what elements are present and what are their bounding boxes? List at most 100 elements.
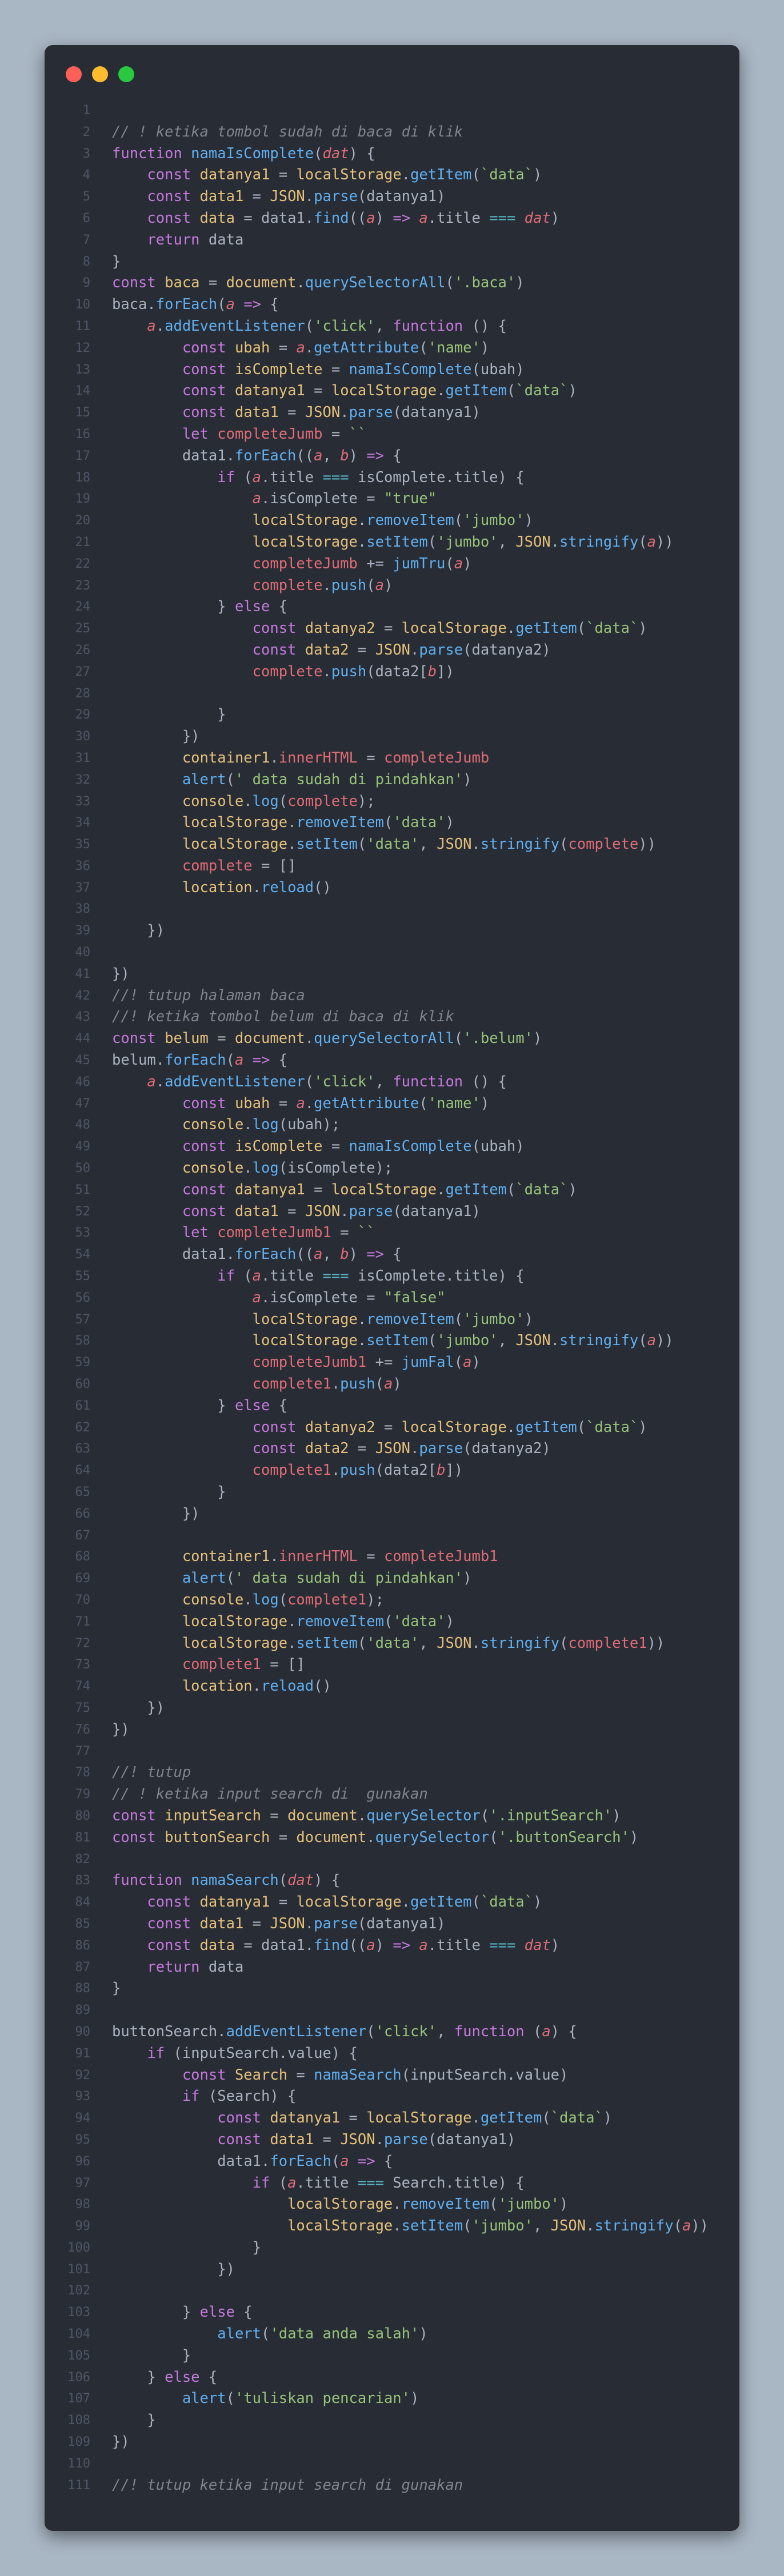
code-token: = [199,274,226,292]
code-token: . [305,188,314,206]
code-token: = [322,425,349,443]
code-token: parse [349,1202,393,1220]
code-token: . [340,1202,349,1220]
code-token: ) [568,382,577,400]
code-line: 55 if (a.title === isComplete.title) { [45,1266,739,1287]
code-token: complete1 [287,1591,367,1608]
line-number: 60 [75,1377,91,1392]
code-token: console [182,792,244,810]
code-token: stringify [480,1634,560,1652]
code-token: belum. [112,1052,165,1069]
code-line: 5 const data1 = JSON.parse(datanya1) [45,186,739,208]
code-token: . [340,404,349,422]
code-editor[interactable]: 1 2// ! ketika tombol sudah di baca di kl… [45,100,739,2496]
line-number: 10 [75,298,91,312]
code-line: 48 console.log(ubah); [45,1114,739,1136]
code-text: const baca = document.querySelectorAll('… [112,272,525,294]
code-token: ) [445,814,454,832]
code-line: 59 completeJumb1 += jumFal(a) [45,1352,739,1374]
code-text: data1.forEach((a, b) => { [112,446,402,467]
code-token: = [305,382,331,400]
code-token: innerHTML [278,749,358,767]
code-token: namaSearch [314,2066,402,2084]
code-token: (( [349,1936,367,1954]
code-text: } [112,2237,261,2259]
code-token: innerHTML [278,1548,358,1566]
code-token: else [199,2304,244,2321]
code-token: JSON [375,1440,411,1458]
code-token: = [349,641,375,659]
code-token: (data2[ [375,1462,437,1479]
code-token: completeJumb1 [252,1354,367,1371]
line-number: 20 [75,513,91,528]
code-token: JSON [375,641,411,659]
code-text: }) [112,2431,130,2453]
close-window-button[interactable] [66,66,82,82]
code-text: completeJumb1 += jumFal(a) [112,1352,481,1374]
code-token: (Search) { [208,2088,297,2105]
code-text: alert(' data sudah di pindahkan') [112,1568,472,1590]
code-line: 25 const datanya2 = localStorage.getItem… [45,618,739,640]
line-number: 65 [75,1485,91,1499]
line-number: 27 [75,664,91,679]
line-number: 8 [82,254,90,269]
line-number: 83 [75,1873,91,1888]
code-token: (datanya1) [427,2130,516,2148]
code-line: 72 localStorage.setItem('data', JSON.str… [45,1633,739,1655]
code-token: `data` [586,620,639,637]
code-token: (ubah) [471,1138,525,1155]
code-line: 82 [45,1849,739,1871]
code-token: = [357,749,384,767]
code-token: ( [226,771,235,788]
code-token: querySelector [366,1807,481,1824]
code-token: "true" [383,490,437,508]
code-line: 45 belum.forEach(a => { [45,1050,739,1072]
code-window: 1 2// ! ketika tombol sudah di baca di kl… [45,45,739,2531]
code-text: complete.push(a) [112,575,393,597]
code-token: }) [112,965,130,982]
code-token: , [322,1246,341,1263]
line-number: 90 [75,2024,91,2039]
code-line: 21 localStorage.setItem('jumbo', JSON.st… [45,532,739,553]
code-token: . [243,792,253,810]
code-token: ) [349,447,367,464]
line-number: 39 [75,924,91,938]
code-token: stringify [594,2217,674,2235]
code-token: querySelector [375,1828,490,1846]
line-number: 93 [75,2089,91,2104]
maximize-window-button[interactable] [118,66,134,82]
code-token: complete [182,857,253,874]
line-number: 59 [75,1355,91,1370]
code-text: console.log(isComplete); [112,1158,393,1179]
code-token: ) [463,555,472,572]
code-token: += [357,555,393,572]
code-line: 110 [45,2453,739,2475]
code-text: } [112,2410,155,2431]
code-token: . [357,1807,367,1824]
code-line: 105 } [45,2345,739,2367]
code-token: baca [165,274,200,292]
code-token: . [401,166,411,184]
code-token: complete1 [182,1656,261,1674]
code-token: getAttribute [314,339,419,356]
code-token: stringify [559,533,639,551]
code-token: data1. [112,447,235,464]
code-token: ( [638,1332,647,1350]
code-token: log [252,1591,279,1608]
code-line: 24 } else { [45,596,739,618]
code-line: 58 localStorage.setItem('jumbo', JSON.st… [45,1330,739,1352]
code-token: => [357,2152,384,2170]
code-line: 33 console.log(complete); [45,791,739,813]
line-number: 78 [75,1766,91,1780]
code-text: container1.innerHTML = completeJumb1 [112,1546,498,1568]
minimize-window-button[interactable] [92,66,108,82]
